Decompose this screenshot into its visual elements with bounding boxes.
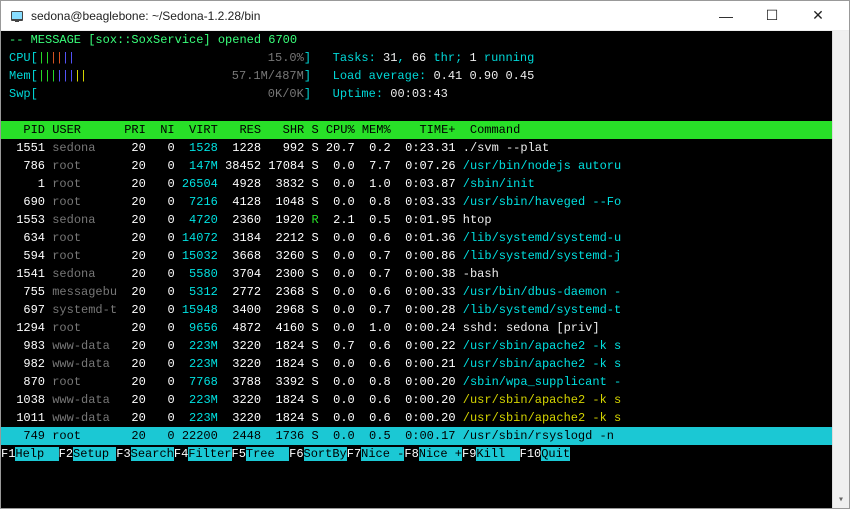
minimize-button[interactable]: — [703,1,749,31]
process-row[interactable]: 1294 root 20 0 9656 4872 4160 S 0.0 1.0 … [1,319,849,337]
app-icon [9,8,25,24]
process-row[interactable]: 634 root 20 0 14072 3184 2212 S 0.0 0.6 … [1,229,849,247]
process-row[interactable]: 1011 www-data 20 0 223M 3220 1824 S 0.0 … [1,409,849,427]
process-row[interactable]: 690 root 20 0 7216 4128 1048 S 0.0 0.8 0… [1,193,849,211]
fkey-f9[interactable]: F9 [462,447,476,461]
process-list: 1551 sedona 20 0 1528 1228 992 S 20.7 0.… [1,139,849,445]
window-buttons: — ☐ ✕ [703,1,841,31]
fkey-label: Setup [73,447,116,461]
fkey-label: Nice + [419,447,462,461]
process-row[interactable]: 983 www-data 20 0 223M 3220 1824 S 0.7 0… [1,337,849,355]
fkey-f10[interactable]: F10 [520,447,542,461]
fkey-label: Tree [246,447,289,461]
service-message: -- MESSAGE [sox::SoxService] opened 6700 [1,31,849,49]
fkey-label: Quit [541,447,570,461]
process-row[interactable]: 749 root 20 0 22200 2448 1736 S 0.0 0.5 … [1,427,849,445]
process-row[interactable]: 1038 www-data 20 0 223M 3220 1824 S 0.0 … [1,391,849,409]
fkey-label: SortBy [304,447,347,461]
fkey-f1[interactable]: F1 [1,447,15,461]
process-row[interactable]: 870 root 20 0 7768 3788 3392 S 0.0 0.8 0… [1,373,849,391]
close-button[interactable]: ✕ [795,1,841,31]
process-row[interactable]: 982 www-data 20 0 223M 3220 1824 S 0.0 0… [1,355,849,373]
window-title: sedona@beaglebone: ~/Sedona-1.2.28/bin [31,9,703,23]
function-key-bar: F1Help F2Setup F3SearchF4FilterF5Tree F6… [1,445,849,463]
fkey-f4[interactable]: F4 [174,447,188,461]
cpu-meter: CPU[||||||15.0%] Tasks: 31, 66 thr; 1 ru… [1,49,849,67]
fkey-f6[interactable]: F6 [289,447,303,461]
fkey-label: Kill [476,447,519,461]
mem-meter: Mem[||||||||57.1M/487M] Load average: 0.… [1,67,849,85]
title-bar[interactable]: sedona@beaglebone: ~/Sedona-1.2.28/bin —… [1,1,849,31]
maximize-button[interactable]: ☐ [749,1,795,31]
blank-line [1,103,849,121]
process-row[interactable]: 1 root 20 0 26504 4928 3832 S 0.0 1.0 0:… [1,175,849,193]
fkey-label: Filter [188,447,231,461]
terminal-area[interactable]: -- MESSAGE [sox::SoxService] opened 6700… [1,31,849,508]
fkey-f8[interactable]: F8 [404,447,418,461]
fkey-f7[interactable]: F7 [347,447,361,461]
process-row[interactable]: 697 systemd-t 20 0 15948 3400 2968 S 0.0… [1,301,849,319]
fkey-f3[interactable]: F3 [116,447,130,461]
scrollbar[interactable]: ▾ [832,31,849,508]
process-row[interactable]: 594 root 20 0 15032 3668 3260 S 0.0 0.7 … [1,247,849,265]
process-row[interactable]: 1541 sedona 20 0 5580 3704 2300 S 0.0 0.… [1,265,849,283]
process-row[interactable]: 1551 sedona 20 0 1528 1228 992 S 20.7 0.… [1,139,849,157]
fkey-f5[interactable]: F5 [232,447,246,461]
column-header[interactable]: PID USER PRI NI VIRT RES SHR S CPU% MEM%… [1,121,849,139]
fkey-label: Nice - [361,447,404,461]
scroll-down-icon[interactable]: ▾ [833,492,849,508]
process-row[interactable]: 1553 sedona 20 0 4720 2360 1920 R 2.1 0.… [1,211,849,229]
fkey-f2[interactable]: F2 [59,447,73,461]
fkey-label: Search [131,447,174,461]
fkey-label: Help [15,447,58,461]
process-row[interactable]: 755 messagebu 20 0 5312 2772 2368 S 0.0 … [1,283,849,301]
swp-meter: Swp[0K/0K] Uptime: 00:03:43 [1,85,849,103]
process-row[interactable]: 786 root 20 0 147M 38452 17084 S 0.0 7.7… [1,157,849,175]
app-window: sedona@beaglebone: ~/Sedona-1.2.28/bin —… [0,0,850,509]
